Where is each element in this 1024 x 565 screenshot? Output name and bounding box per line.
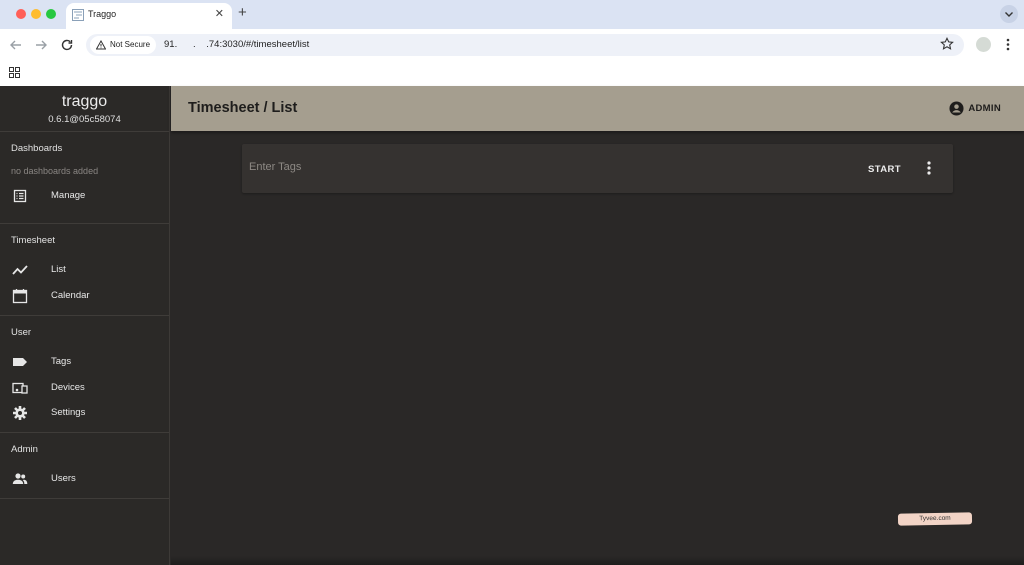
- sidebar-item-list[interactable]: List: [0, 257, 169, 283]
- timeline-icon: [12, 265, 28, 275]
- gear-icon: [13, 406, 27, 420]
- address-bar[interactable]: Not Secure 91. . .74:3030/#/timesheet/li…: [86, 34, 964, 56]
- bookmarks-bar: [0, 61, 1024, 86]
- label-icon: [13, 358, 27, 366]
- browser-tab-strip: Traggo ✕ +: [0, 0, 1024, 29]
- sidebar-item-label: Tags: [51, 356, 72, 367]
- minimize-window-button[interactable]: [31, 9, 41, 19]
- bookmark-star-icon[interactable]: [940, 37, 954, 51]
- sidebar-item-manage[interactable]: Manage: [0, 183, 169, 209]
- app-name: traggo: [61, 93, 108, 110]
- sidebar: traggo 0.6.1@05c58074 Dashboards no dash…: [0, 86, 170, 565]
- time-tracker-bar: START: [242, 144, 953, 193]
- start-button[interactable]: START: [868, 160, 901, 178]
- sidebar-section-user: User Tags Devices Settings: [0, 316, 169, 433]
- chevron-down-icon: [1005, 12, 1013, 17]
- forward-arrow-icon[interactable]: [33, 37, 49, 53]
- traggo-favicon-icon: [72, 9, 84, 21]
- app-header: Timesheet / List ADMIN: [171, 86, 1024, 131]
- close-tab-icon[interactable]: ✕: [215, 7, 224, 20]
- bottom-shade: [171, 556, 1024, 565]
- more-vert-icon[interactable]: [923, 159, 935, 177]
- section-title: Admin: [11, 444, 38, 455]
- reload-icon[interactable]: [59, 37, 75, 53]
- security-label: Not Secure: [110, 40, 151, 49]
- close-window-button[interactable]: [16, 9, 26, 19]
- sidebar-item-tags[interactable]: Tags: [0, 349, 169, 375]
- sidebar-item-label: Manage: [51, 190, 86, 201]
- url-text: 91. . .74:3030/#/timesheet/list: [164, 39, 310, 50]
- sidebar-item-users[interactable]: Users: [0, 466, 169, 492]
- security-chip[interactable]: Not Secure: [90, 36, 157, 54]
- sidebar-item-devices[interactable]: Devices: [0, 375, 169, 401]
- sidebar-item-label: Calendar: [51, 289, 90, 301]
- account-circle-icon: [949, 101, 964, 116]
- sidebar-item-settings[interactable]: Settings: [0, 400, 169, 426]
- apps-grid-icon[interactable]: [9, 67, 20, 78]
- user-account-button[interactable]: ADMIN: [949, 100, 1001, 118]
- sidebar-section-admin: Admin Users: [0, 433, 169, 499]
- sidebar-item-label: Settings: [51, 407, 86, 418]
- app-version: 0.6.1@05c58074: [48, 114, 121, 125]
- empty-dashboards-note: no dashboards added: [11, 166, 99, 176]
- watermark-text: Tyvee.com: [919, 514, 951, 523]
- warning-icon: [96, 40, 106, 50]
- maximize-window-button[interactable]: [46, 9, 56, 19]
- calendar-icon: [12, 288, 28, 303]
- tab-search-button[interactable]: [1000, 5, 1018, 23]
- tab-title: Traggo: [88, 9, 117, 19]
- devices-icon: [12, 382, 28, 394]
- traggo-app: traggo 0.6.1@05c58074 Dashboards no dash…: [0, 86, 1024, 565]
- browser-tab-traggo[interactable]: Traggo ✕: [66, 3, 232, 29]
- new-tab-icon[interactable]: +: [238, 4, 247, 21]
- sidebar-item-label: Devices: [51, 381, 85, 393]
- section-title: Timesheet: [11, 235, 55, 246]
- section-title: Dashboards: [11, 143, 63, 154]
- section-title: User: [11, 327, 32, 338]
- people-icon: [12, 473, 28, 484]
- back-arrow-icon[interactable]: [8, 37, 24, 53]
- sidebar-section-dashboards: Dashboards no dashboards added Manage: [0, 132, 169, 224]
- sidebar-item-label: Users: [51, 473, 76, 484]
- tags-input[interactable]: [249, 156, 849, 178]
- sidebar-section-timesheet: Timesheet List Calendar: [0, 224, 169, 316]
- browser-toolbar: Not Secure 91. . .74:3030/#/timesheet/li…: [0, 29, 1024, 61]
- list-alt-icon: [13, 189, 27, 203]
- brand: traggo 0.6.1@05c58074: [0, 86, 169, 132]
- watermark-stamp: Tyvee.com: [897, 512, 973, 526]
- browser-menu-icon[interactable]: [1003, 37, 1013, 52]
- sidebar-item-calendar[interactable]: Calendar: [0, 283, 169, 309]
- page-title: Timesheet / List: [188, 100, 298, 116]
- extension-avatar-icon[interactable]: [976, 37, 991, 52]
- sidebar-item-label: List: [51, 264, 66, 275]
